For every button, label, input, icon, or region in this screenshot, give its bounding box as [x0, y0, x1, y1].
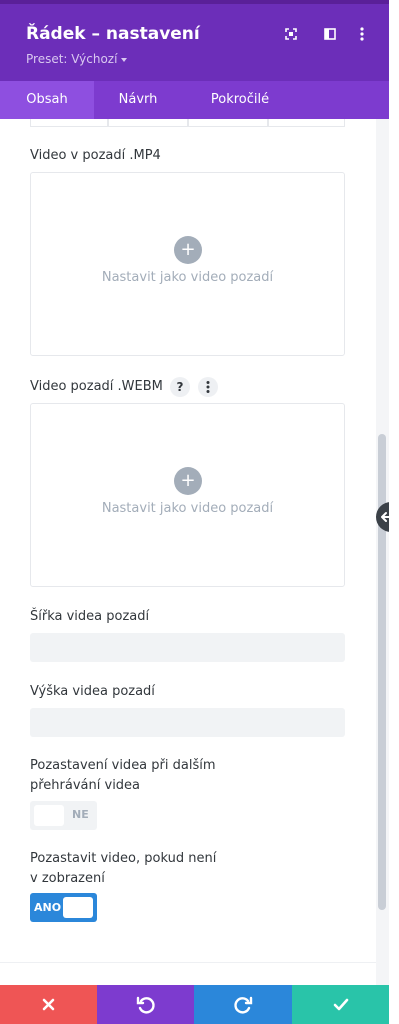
page-edge	[389, 0, 399, 1024]
help-icon[interactable]: ?	[170, 377, 190, 397]
pause-hidden-label: Pozastavit video, pokud není v zobrazení	[30, 849, 216, 889]
undo-button[interactable]	[97, 985, 194, 1024]
pause-other-label: Pozastavení videa při dalším přehrávání …	[30, 756, 216, 796]
unit-option[interactable]	[188, 119, 268, 127]
plus-icon[interactable]: +	[174, 236, 202, 264]
redo-icon	[234, 996, 253, 1014]
modal-header: Řádek – nastavení Preset: Výchozí	[0, 0, 389, 81]
video-height-input[interactable]	[30, 708, 345, 737]
unit-option[interactable]	[268, 119, 345, 127]
preset-dropdown[interactable]: Preset: Výchozí	[26, 52, 128, 66]
pause-other-label-line1: Pozastavení videa při dalším	[30, 758, 216, 773]
pause-other-toggle[interactable]: NE	[30, 801, 97, 830]
more-vertical-icon[interactable]	[352, 24, 372, 44]
save-button[interactable]	[292, 985, 389, 1024]
webm-upload-area[interactable]: + Nastavit jako video pozadí	[30, 403, 345, 587]
video-width-label: Šířka videa pozadí	[30, 609, 150, 624]
tab-advanced[interactable]: Pokročilé	[182, 81, 298, 119]
webm-upload-text: Nastavit jako video pozadí	[101, 501, 274, 516]
mp4-upload-area[interactable]: + Nastavit jako video pozadí	[30, 172, 345, 356]
video-width-input[interactable]	[30, 633, 345, 662]
mp4-label: Video v pozadí .MP4	[30, 148, 161, 163]
tab-content[interactable]: Obsah	[0, 81, 94, 119]
more-vertical-icon	[206, 381, 210, 393]
toggle-knob	[34, 805, 64, 826]
settings-panel: Video v pozadí .MP4 + Nastavit jako vide…	[0, 119, 376, 985]
header-top-strip	[0, 0, 389, 4]
check-icon	[333, 998, 349, 1011]
mp4-upload-text: Nastavit jako video pozadí	[101, 270, 274, 285]
video-height-label: Výška videa pozadí	[30, 684, 155, 699]
modal-title: Řádek – nastavení	[26, 24, 200, 44]
discard-button[interactable]	[0, 985, 97, 1024]
redo-button[interactable]	[194, 985, 292, 1024]
preset-label: Preset: Výchozí	[26, 52, 118, 66]
close-icon	[42, 998, 55, 1011]
tab-bar: Obsah Návrh Pokročilé	[0, 81, 389, 119]
toggle-state-text: ANO	[34, 901, 62, 914]
tab-design[interactable]: Návrh	[94, 81, 182, 119]
pause-hidden-label-line1: Pozastavit video, pokud není	[30, 851, 217, 866]
section-divider	[0, 962, 376, 963]
pause-hidden-label-line2: v zobrazení	[30, 871, 105, 886]
caret-down-icon	[121, 57, 128, 62]
toggle-state-text: NE	[72, 808, 89, 821]
split-view-icon[interactable]	[320, 24, 340, 44]
unit-option[interactable]	[30, 119, 108, 127]
toggle-knob	[63, 897, 93, 918]
undo-icon	[136, 996, 155, 1014]
action-footer	[0, 985, 389, 1024]
pause-hidden-toggle[interactable]: ANO	[30, 893, 97, 922]
pause-other-label-line2: přehrávání videa	[30, 778, 141, 793]
webm-label: Video pozadí .WEBM	[30, 379, 163, 394]
unit-option[interactable]	[108, 119, 188, 127]
fullscreen-icon[interactable]	[281, 24, 301, 44]
plus-icon[interactable]: +	[174, 467, 202, 495]
more-options-icon[interactable]	[198, 377, 218, 397]
